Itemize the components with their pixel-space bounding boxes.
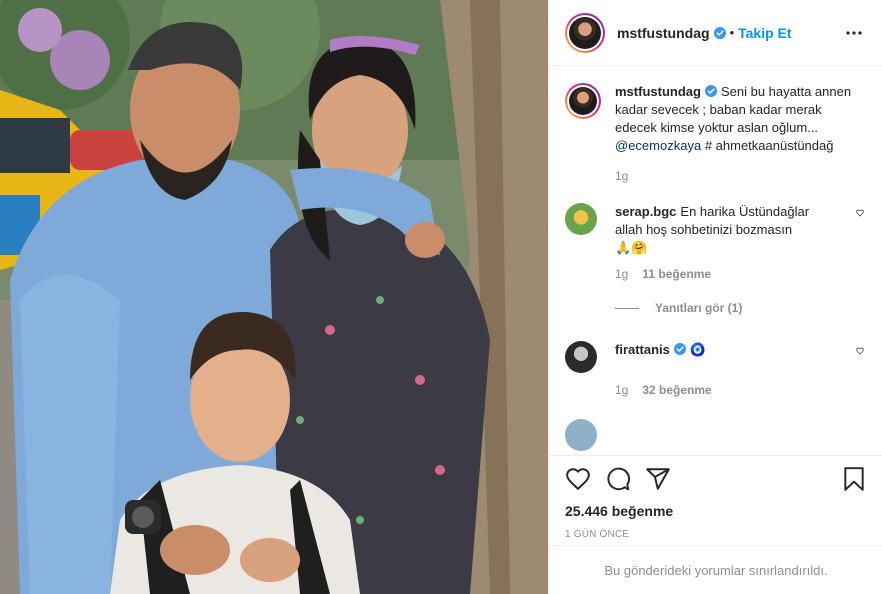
- post-actions: 25.446 beğenme 1 GÜN ÖNCE: [549, 455, 882, 540]
- view-replies-label: Yanıtları gör (1): [655, 301, 743, 315]
- caption: mstfustundag Seni bu hayatta annen kadar …: [565, 83, 867, 155]
- comment-time[interactable]: 1g: [615, 383, 628, 397]
- comment-username[interactable]: serap.bgc: [615, 204, 676, 219]
- post-header: mstfustundag • Takip Et: [549, 0, 882, 66]
- comment-like-heart-icon[interactable]: [853, 203, 867, 217]
- comment-emoji: 🧿: [689, 342, 707, 357]
- comment-icon[interactable]: [605, 466, 631, 492]
- comment-item: serap.bgc En harika Üstündağlar allah hoş…: [565, 203, 867, 257]
- comment-username[interactable]: firattanis: [615, 342, 670, 357]
- author-username[interactable]: mstfustundag: [617, 25, 710, 41]
- comment-meta: 1g 11 beğenme: [615, 267, 867, 281]
- comment-text-block: serap.bgc En harika Üstündağlar allah hoş…: [615, 203, 837, 257]
- comment-item: firattanis 🧿: [565, 341, 867, 373]
- commenter-avatar[interactable]: [565, 203, 597, 235]
- verified-badge-icon: [673, 343, 686, 355]
- comment-text-block: firattanis 🧿: [615, 341, 837, 373]
- action-icons: [565, 464, 867, 494]
- family-photo-illustration: [0, 0, 548, 594]
- likes-count[interactable]: 25.446 beğenme: [565, 503, 867, 519]
- comment-emoji: 🙏🤗: [615, 240, 648, 255]
- caption-username[interactable]: mstfustundag: [615, 84, 701, 99]
- commenter-avatar[interactable]: [565, 419, 597, 451]
- bookmark-icon[interactable]: [841, 466, 867, 492]
- caption-time[interactable]: 1g: [615, 169, 628, 183]
- more-options-icon[interactable]: [842, 21, 866, 45]
- comment-likes[interactable]: 32 beğenme: [642, 383, 711, 397]
- follow-button[interactable]: Takip Et: [738, 25, 791, 41]
- replies-divider: [615, 307, 639, 309]
- caption-hashtag[interactable]: # ahmetkaanüstündağ: [705, 138, 834, 153]
- caption-meta: 1g: [615, 169, 867, 183]
- comment-item-partial: [565, 419, 867, 451]
- caption-avatar[interactable]: [565, 83, 601, 119]
- comments-section[interactable]: mstfustundag Seni bu hayatta annen kadar …: [549, 67, 882, 455]
- commenter-avatar[interactable]: [565, 341, 597, 373]
- share-icon[interactable]: [645, 466, 671, 492]
- caption-text-block: mstfustundag Seni bu hayatta annen kadar …: [615, 83, 867, 155]
- instagram-post: mstfustundag • Takip Et mstfustundag Sen…: [0, 0, 882, 594]
- post-timestamp[interactable]: 1 GÜN ÖNCE: [565, 529, 867, 540]
- post-side-panel: mstfustundag • Takip Et mstfustundag Sen…: [548, 0, 882, 594]
- comment-meta: 1g 32 beğenme: [615, 383, 867, 397]
- view-replies-button[interactable]: Yanıtları gör (1): [615, 301, 867, 315]
- comment-likes[interactable]: 11 beğenme: [642, 267, 711, 281]
- verified-badge-icon: [704, 85, 717, 97]
- header-separator: •: [729, 25, 735, 40]
- author-avatar[interactable]: [565, 12, 605, 53]
- verified-badge-icon: [713, 26, 726, 39]
- post-photo[interactable]: [0, 0, 548, 594]
- author-info: mstfustundag • Takip Et: [617, 25, 792, 41]
- comment-like-heart-icon[interactable]: [853, 341, 867, 355]
- comment-time[interactable]: 1g: [615, 267, 628, 281]
- caption-mention[interactable]: @ecemozkaya: [615, 138, 701, 153]
- comments-limited-notice: Bu gönderideki yorumlar sınırlandırıldı.: [549, 545, 882, 594]
- heart-icon[interactable]: [565, 466, 591, 492]
